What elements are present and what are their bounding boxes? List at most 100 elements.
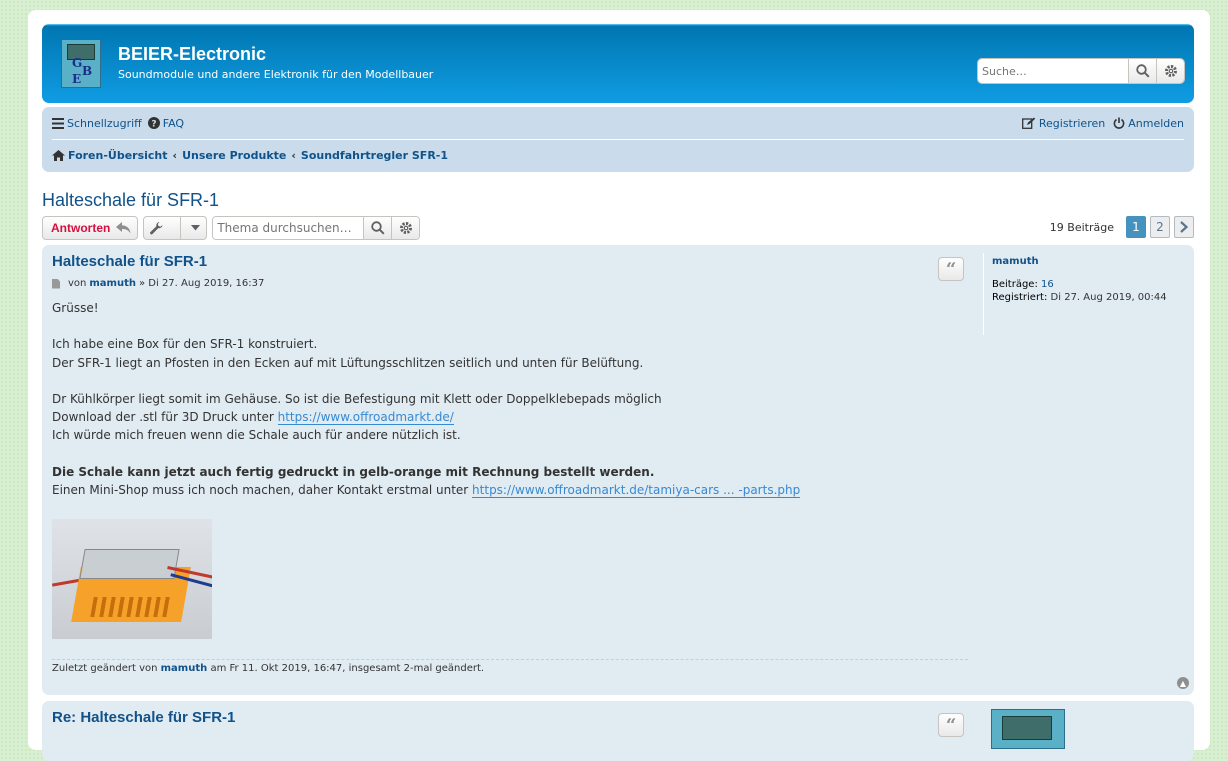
site-header: G B E BEIER-Electronic Soundmodule und a… bbox=[42, 24, 1194, 103]
gear-icon bbox=[1164, 65, 1177, 77]
topic-advanced-search-button[interactable] bbox=[391, 217, 420, 239]
content-line: Ich würde mich freuen wenn die Schale au… bbox=[52, 428, 461, 443]
gear-icon bbox=[399, 222, 412, 234]
quick-links-menu[interactable]: Schnellzugriff bbox=[52, 117, 142, 130]
topic-search-button[interactable] bbox=[363, 217, 392, 239]
chevron-right-icon bbox=[1180, 221, 1188, 233]
profile-posts: Beiträge: 16 bbox=[992, 279, 1183, 290]
wrench-icon bbox=[150, 221, 163, 234]
post-body: Halteschale für SFR-1 von mamuth » Di 27… bbox=[52, 253, 968, 640]
page-2[interactable]: 2 bbox=[1150, 216, 1170, 238]
profile-registered-label: Registriert: bbox=[992, 292, 1048, 303]
content-text: Download der .stl für 3D Druck unter bbox=[52, 410, 278, 425]
breadcrumb-home[interactable]: Foren-Übersicht bbox=[52, 149, 168, 162]
pagination: 19 Beiträge 1 2 bbox=[1050, 216, 1194, 238]
chevron-left-icon: ‹ bbox=[172, 149, 178, 162]
login-label: Anmelden bbox=[1128, 116, 1184, 130]
breadcrumb-products[interactable]: Unsere Produkte bbox=[182, 149, 286, 162]
reply-button[interactable]: Antworten bbox=[42, 216, 139, 240]
logo-letter-g: G bbox=[72, 56, 83, 70]
profile-posts-label: Beiträge: bbox=[992, 279, 1038, 290]
logo-letter-b: B bbox=[82, 64, 93, 78]
edit-prefix: Zuletzt geändert von bbox=[52, 663, 158, 674]
page-1[interactable]: 1 bbox=[1126, 216, 1146, 238]
search-icon bbox=[1135, 64, 1150, 78]
profile-registered-value: Di 27. Aug 2019, 00:44 bbox=[1050, 292, 1167, 303]
post-date: » Di 27. Aug 2019, 16:37 bbox=[138, 278, 265, 289]
quick-links-label: Schnellzugriff bbox=[67, 116, 142, 130]
page-wrap: G B E BEIER-Electronic Soundmodule und a… bbox=[28, 10, 1210, 761]
content-line: Einen Mini-Shop muss ich noch machen, da… bbox=[52, 481, 968, 499]
header-search-input[interactable] bbox=[978, 59, 1128, 83]
register-link[interactable]: Registrieren bbox=[1021, 116, 1106, 130]
faq-label: FAQ bbox=[162, 116, 185, 130]
topic-title[interactable]: Halteschale für SFR-1 bbox=[42, 190, 1194, 211]
quote-icon: “ bbox=[945, 714, 957, 736]
reply-icon bbox=[116, 222, 131, 234]
home-icon bbox=[52, 150, 65, 161]
breadcrumb: Foren-Übersicht ‹ Unsere Produkte ‹ Soun… bbox=[52, 140, 1184, 171]
navbar: Schnellzugriff ? FAQ Registrieren Anmeld… bbox=[42, 107, 1194, 172]
content-line: Der SFR-1 liegt an Pfosten in den Ecken … bbox=[52, 355, 644, 370]
menu-icon bbox=[52, 117, 64, 129]
post-author-line: von mamuth » Di 27. Aug 2019, 16:37 bbox=[52, 278, 968, 289]
quote-button[interactable]: “ bbox=[938, 257, 964, 281]
post-body: Re: Halteschale für SFR-1 bbox=[52, 709, 968, 726]
content-line: Grüsse! bbox=[52, 301, 99, 315]
reply-label: Antworten bbox=[51, 221, 111, 235]
edit-notice: Zuletzt geändert von mamuth am Fr 11. Ok… bbox=[52, 659, 968, 674]
header-advanced-search-button[interactable] bbox=[1156, 59, 1184, 83]
post-content: Grüsse! Ich habe eine Box für den SFR-1 … bbox=[52, 299, 968, 499]
edit-suffix: am Fr 11. Okt 2019, 16:47, insgesamt 2-m… bbox=[210, 663, 485, 674]
edit-user[interactable]: mamuth bbox=[161, 663, 208, 674]
topic-search-input[interactable] bbox=[213, 217, 364, 239]
file-icon[interactable] bbox=[52, 278, 60, 289]
site-title[interactable]: BEIER-Electronic bbox=[118, 44, 266, 65]
post-profile: mamuth Beiträge: 16 Registriert: Di 27. … bbox=[983, 253, 1183, 335]
content-line: Download der .stl für 3D Druck unter htt… bbox=[52, 408, 968, 426]
author-name[interactable]: mamuth bbox=[89, 278, 136, 289]
site-logo[interactable]: G B E bbox=[61, 39, 101, 88]
profile-username[interactable]: mamuth bbox=[992, 256, 1183, 267]
quote-button[interactable]: “ bbox=[938, 713, 964, 737]
quote-icon: “ bbox=[945, 258, 957, 280]
edit-icon bbox=[1021, 117, 1036, 129]
question-icon: ? bbox=[147, 117, 160, 129]
download-link[interactable]: https://www.offroadmarkt.de/ bbox=[277, 410, 454, 426]
author-by: von bbox=[68, 278, 87, 289]
post-attachment-image[interactable] bbox=[52, 519, 212, 640]
post-title[interactable]: Halteschale für SFR-1 bbox=[52, 253, 968, 270]
action-bar: Antworten 19 Beiträge 1 2 bbox=[42, 216, 1194, 240]
content-line: Dr Kühlkörper liegt somit im Gehäuse. So… bbox=[52, 391, 662, 406]
post-2: Re: Halteschale für SFR-1 “ bbox=[42, 701, 1194, 761]
breadcrumb-home-label: Foren-Übersicht bbox=[68, 149, 168, 162]
post-1: Halteschale für SFR-1 von mamuth » Di 27… bbox=[42, 245, 1194, 695]
header-search-button[interactable] bbox=[1128, 59, 1156, 83]
caret-down-icon bbox=[191, 225, 201, 231]
shop-link[interactable]: https://www.offroadmarkt.de/tamiya-cars … bbox=[472, 483, 801, 499]
chevron-left-icon: ‹ bbox=[291, 149, 296, 162]
topic-search bbox=[212, 216, 421, 240]
logo-letter-e: E bbox=[72, 72, 82, 86]
avatar[interactable] bbox=[991, 709, 1065, 749]
nav-links: Schnellzugriff ? FAQ Registrieren Anmeld… bbox=[52, 107, 1184, 140]
content-line: Ich habe eine Box für den SFR-1 konstrui… bbox=[52, 337, 318, 352]
next-page-button[interactable] bbox=[1174, 216, 1194, 238]
content-text: Einen Mini-Shop muss ich noch machen, da… bbox=[52, 483, 473, 498]
topic-tools-button[interactable] bbox=[143, 216, 208, 240]
breadcrumb-sfr1[interactable]: Soundfahrtregler SFR-1 bbox=[301, 149, 448, 162]
svg-text:?: ? bbox=[151, 119, 156, 129]
content-line-bold: Die Schale kann jetzt auch fertig gedruc… bbox=[52, 464, 655, 479]
register-label: Registrieren bbox=[1038, 116, 1106, 130]
back-to-top-icon[interactable]: ▲ bbox=[1177, 677, 1189, 689]
post-count: 19 Beiträge bbox=[1049, 220, 1114, 234]
faq-link[interactable]: ? FAQ bbox=[147, 116, 185, 130]
power-icon bbox=[1113, 117, 1125, 129]
post-title[interactable]: Re: Halteschale für SFR-1 bbox=[52, 709, 968, 726]
profile-registered: Registriert: Di 27. Aug 2019, 00:44 bbox=[992, 292, 1183, 303]
search-icon bbox=[371, 221, 385, 235]
site-description: Soundmodule und andere Elektronik für de… bbox=[118, 68, 434, 81]
login-link[interactable]: Anmelden bbox=[1113, 117, 1184, 130]
profile-posts-value[interactable]: 16 bbox=[1041, 279, 1054, 290]
header-search bbox=[978, 59, 1184, 83]
